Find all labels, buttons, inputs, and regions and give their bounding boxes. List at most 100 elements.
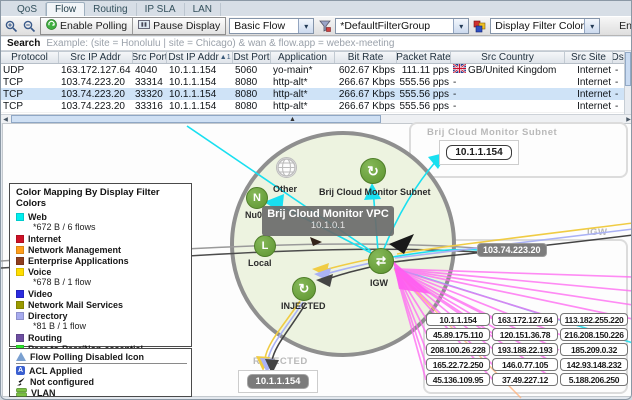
tab-routing[interactable]: Routing (85, 3, 136, 16)
cell: 103.74.223.20 (59, 100, 133, 112)
column-header-src-site[interactable]: Src Site (565, 52, 613, 63)
cell: 10.1.1.154 (167, 76, 233, 88)
legend-footer-row: VLAN (16, 387, 187, 398)
legend-footer-row: A ACL Applied (16, 365, 187, 376)
gateway-ip-box[interactable]: 103.74.223.20 (477, 243, 547, 257)
cell: 266.67 Kbps (335, 100, 397, 112)
table-row[interactable]: UDP163.172.127.64404010.1.1.1545060yo-ma… (1, 64, 626, 76)
cell: 555.56 pps (397, 76, 451, 88)
external-ip-box[interactable]: 45.136.109.95 (426, 373, 490, 386)
external-ip-box[interactable]: 208.100.26.228 (426, 343, 490, 356)
column-header-src-port[interactable]: Src Port (133, 52, 167, 63)
rejected-endpoint-ip: 10.1.1.154 (247, 374, 310, 389)
sort-indicator: ▲1 (220, 54, 231, 61)
color-palette-icon[interactable] (472, 19, 487, 34)
column-header-src-ip-addr[interactable]: Src IP Addr (59, 52, 133, 63)
scroll-right-icon[interactable]: ▶ (624, 115, 632, 123)
tab-ip-sla[interactable]: IP SLA (137, 3, 185, 16)
cell: 8080 (233, 88, 271, 100)
tab-lan[interactable]: LAN (185, 3, 221, 16)
enable-polling-button[interactable]: Enable Polling (41, 18, 133, 34)
column-header-dst-port[interactable]: Dst Port (233, 52, 271, 63)
other-endpoint-globe-icon[interactable] (276, 157, 297, 178)
pause-display-button[interactable]: Pause Display (133, 18, 225, 34)
scrollbar-thumb[interactable] (625, 52, 631, 86)
column-header-dst-ip-addr[interactable]: Dst IP Addr▲1 (167, 52, 233, 63)
scroll-left-icon[interactable]: ◀ (1, 115, 10, 123)
tab-flow[interactable]: Flow (46, 2, 85, 16)
table-row[interactable]: TCP103.74.223.203331410.1.1.1548080http-… (1, 76, 626, 88)
legend-item-label: Directory (28, 311, 68, 321)
chevron-down-icon[interactable]: ▾ (298, 19, 313, 33)
external-ip-box[interactable]: 146.0.77.105 (492, 358, 558, 371)
zoom-in-icon[interactable] (4, 19, 19, 34)
local-node[interactable]: L (254, 235, 276, 257)
zoom-out-icon[interactable] (22, 19, 37, 34)
cell: UDP (1, 64, 59, 76)
subnet-node-refresh-icon[interactable]: ↻ (360, 158, 386, 184)
table-row[interactable]: TCP103.74.223.203331610.1.1.1548080http-… (1, 100, 626, 112)
cell: http-alt* (271, 100, 335, 112)
display-filter-colors-select[interactable]: Display Filter Colors ▾ (490, 18, 600, 34)
scrollbar-thumb[interactable] (11, 115, 381, 123)
legend-item-enterprise-applications: Enterprise Applications (16, 255, 187, 266)
table-row[interactable]: TCP103.74.223.203332010.1.1.1548080http-… (1, 88, 626, 100)
column-header-bit-rate[interactable]: Bit Rate (335, 52, 397, 63)
cell: - (451, 88, 565, 100)
filter-group-value: *DefaultFilterGroup (336, 19, 453, 33)
external-ip-box[interactable]: 120.151.36.78 (492, 328, 558, 341)
table-vertical-scrollbar[interactable] (624, 51, 631, 114)
legend-item-note: *81 B / 1 flow (16, 321, 187, 332)
column-header-application[interactable]: Application (271, 52, 335, 63)
cell: Internet (565, 76, 613, 88)
vpc-tooltip-title: Brij Cloud Monitor VPC (262, 208, 394, 220)
filter-icon[interactable] (317, 19, 332, 34)
column-header-protocol[interactable]: Protocol (1, 52, 59, 63)
external-ip-box[interactable]: 5.188.206.250 (560, 373, 628, 386)
pause-display-label: Pause Display (153, 20, 220, 32)
subnet-endpoint-ip: 10.1.1.154 (446, 145, 511, 160)
external-ip-box[interactable]: 193.188.22.193 (492, 343, 558, 356)
other-node-label: Other (273, 184, 297, 194)
cell: 10.1.1.154 (167, 88, 233, 100)
cell: Internet (565, 88, 613, 100)
chevron-down-icon[interactable]: ▾ (453, 19, 468, 33)
chevron-down-icon[interactable]: ▾ (584, 19, 599, 33)
external-ip-box[interactable]: 142.93.148.232 (560, 358, 628, 371)
color-swatch (16, 268, 24, 276)
color-swatch (16, 290, 24, 298)
external-ip-box[interactable]: 10.1.1.154 (426, 313, 490, 326)
external-ip-box[interactable]: 163.172.127.64 (492, 313, 558, 326)
rejected-endpoint-box[interactable]: 10.1.1.154 (238, 370, 318, 393)
search-bar[interactable]: Search Example: (site = Honolulu | site … (1, 37, 632, 51)
truncated-toolbar-label: En (619, 20, 632, 32)
external-ip-box[interactable]: 165.22.72.250 (426, 358, 490, 371)
warning-triangle-icon (16, 352, 26, 361)
igw-node[interactable]: ⇄ (368, 248, 394, 274)
injected-node[interactable]: ↻ (292, 277, 316, 301)
flow-type-select[interactable]: Basic Flow ▾ (229, 18, 314, 34)
filter-group-select[interactable]: *DefaultFilterGroup ▾ (335, 18, 469, 34)
cell: 33320 (133, 88, 167, 100)
cell: Internet (565, 100, 613, 112)
column-header-src-country[interactable]: Src Country (451, 52, 565, 63)
external-ip-box[interactable]: 113.182.255.220 (560, 313, 628, 326)
legend-item-note: *672 B / 6 flows (16, 222, 187, 233)
gb-flag-icon (453, 64, 466, 76)
cell: 602.67 Kbps (335, 64, 397, 76)
color-swatch (16, 301, 24, 309)
external-ip-box[interactable]: 216.208.150.226 (560, 328, 628, 341)
tab-qos[interactable]: QoS (9, 3, 46, 16)
search-hint: Example: (site = Honolulu | site = Chica… (46, 38, 394, 49)
cell: TCP (1, 100, 59, 112)
cell: yo-main* (271, 64, 335, 76)
splitter-collapse-icon[interactable]: ▲ (289, 116, 296, 123)
column-header-packet-rate[interactable]: Packet Rate (397, 52, 451, 63)
external-ip-box[interactable]: 185.209.0.32 (560, 343, 628, 356)
cell: 163.172.127.64 (59, 64, 133, 76)
external-ip-box[interactable]: 45.89.175.110 (426, 328, 490, 341)
external-ip-box[interactable]: 37.49.227.12 (492, 373, 558, 386)
subnet-endpoint-box[interactable]: 10.1.1.154 (439, 140, 519, 165)
divider (16, 363, 187, 364)
legend-item-internet: Internet (16, 233, 187, 244)
